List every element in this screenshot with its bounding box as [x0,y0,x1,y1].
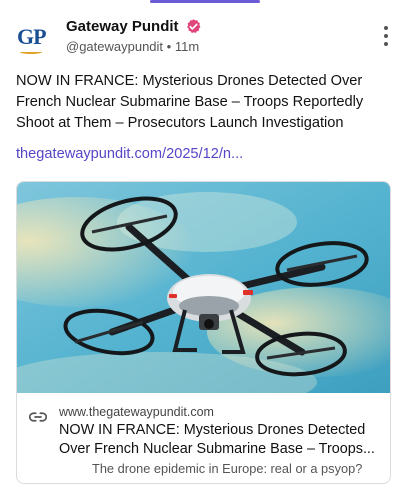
link-card-title-line2: Over French Nuclear Submarine Base – Tro… [59,441,375,457]
link-card-description: The drone epidemic in Europe: real or a … [92,461,363,476]
avatar-logo-text: GP [17,24,47,49]
link-card-meta: www.thegatewaypundit.com NOW IN FRANCE: … [17,393,390,483]
author-name[interactable]: Gateway Pundit [66,18,179,35]
meta-separator: • [166,39,172,54]
link-card-image[interactable] [17,182,390,393]
post-time[interactable]: 11m [175,39,199,54]
link-card-title: NOW IN FRANCE: Mysterious Drones Detecte… [59,421,384,459]
avatar-swoosh [20,50,42,54]
link-icon [29,412,47,422]
author-name-row: Gateway Pundit [66,18,202,35]
top-accent-bar [150,0,260,3]
avatar[interactable]: GP [16,20,52,56]
link-card-domain: www.thegatewaypundit.com [59,405,214,419]
drone-photo [17,182,390,393]
more-vertical-icon[interactable] [381,26,391,46]
post-header: GP Gateway Pundit @gatewaypundit • 11m [16,18,391,58]
author-handle[interactable]: @gatewaypundit [66,39,163,54]
post-link[interactable]: thegatewaypundit.com/2025/12/n... [16,146,243,162]
link-card[interactable]: www.thegatewaypundit.com NOW IN FRANCE: … [16,181,391,484]
verified-badge-icon [186,19,200,34]
link-card-title-line1: NOW IN FRANCE: Mysterious Drones Detecte… [59,422,366,438]
handle-row: @gatewaypundit • 11m [66,39,199,54]
post-text: NOW IN FRANCE: Mysterious Drones Detecte… [16,73,364,131]
